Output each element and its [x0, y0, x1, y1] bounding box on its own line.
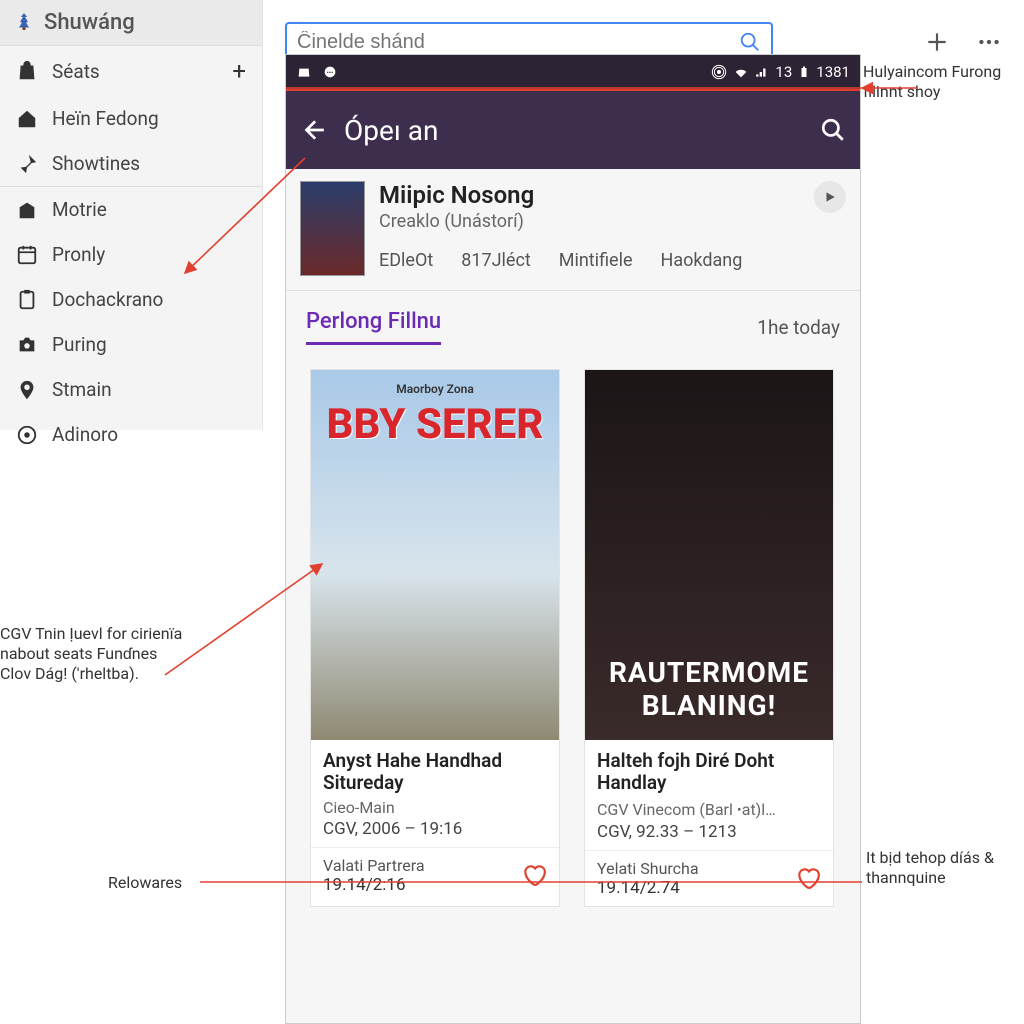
svg-text:•••: ••• [327, 69, 334, 77]
sidebar-item-label: Adinoro [52, 423, 118, 446]
dots-icon: ••• [322, 64, 338, 80]
sidebar-item-label: Dochackrano [52, 288, 163, 311]
app-bar: Ópeı an [286, 91, 860, 169]
sidebar-item-puring[interactable]: Puring [0, 322, 262, 367]
play-icon [823, 190, 837, 204]
status-bar: ••• 13 1381 [286, 55, 860, 89]
battery-icon [798, 64, 810, 80]
play-button[interactable] [814, 181, 846, 213]
featured-tab[interactable]: 817Jléct [461, 250, 531, 271]
kebab-icon[interactable] [511, 864, 521, 886]
more-button[interactable] [976, 29, 1002, 55]
target-icon [16, 424, 38, 446]
sidebar-item-seats[interactable]: Séats + [0, 46, 262, 96]
sidebar-item-stmain[interactable]: Stmain [0, 367, 262, 412]
movie-card[interactable]: RAUTERMOME BLANING! Halteh fojh Diré Doh… [584, 369, 834, 907]
section-right-label[interactable]: 1he today [757, 316, 840, 339]
search-icon[interactable] [739, 31, 761, 53]
annotation-left: CGV Tnin Ịueνl for cirienïa nabout seats… [0, 624, 190, 684]
status-time: 1381 [816, 63, 850, 81]
sidebar-item-label: Heïn Fedong [52, 107, 159, 130]
featured-tab[interactable]: Haokdang [661, 250, 743, 271]
sidebar-item-hein-fedong[interactable]: Heïn Fedong [0, 96, 262, 141]
sidebar-item-adinoro[interactable]: Adinoro [0, 412, 262, 457]
sidebar-item-label: Stmain [52, 378, 112, 401]
movie-title: Halteh fojh Diré Doht Handlay [597, 750, 821, 794]
sidebar-item-showtines[interactable]: Showtines [0, 141, 262, 186]
featured-tab[interactable]: Mintifiele [559, 250, 633, 271]
back-icon[interactable] [300, 117, 326, 143]
section-header: Perlong Fillnu 1he today [286, 291, 860, 351]
poster-subtitle: RAUTERMOME BLANING! [585, 656, 833, 722]
search-input[interactable] [297, 31, 739, 54]
building-icon [16, 199, 38, 221]
wifi-icon [733, 64, 749, 80]
camera-icon [16, 334, 38, 356]
annotation-bottom-right: It bịd tehop díás & thannquine [866, 848, 1021, 888]
movie-poster[interactable]: RAUTERMOME BLANING! [585, 370, 833, 740]
app-title-text: Shuwáng [44, 10, 135, 35]
poster-overline: Maorboy Zona [311, 382, 559, 396]
sidebar-item-pronly[interactable]: Pronly [0, 232, 262, 277]
appbar-title: Ópeı an [344, 114, 438, 147]
sidebar-item-label: Séats [52, 60, 100, 83]
featured-tab[interactable]: EDleOt [379, 250, 433, 271]
movie-rating: 19.14/2:16 [323, 875, 425, 895]
clipboard-icon [16, 289, 38, 311]
sidebar-item-label: Showtines [52, 152, 140, 175]
signal-icon [755, 64, 769, 80]
sidebar-item-dochackrano[interactable]: Dochackrano [0, 277, 262, 322]
heart-icon[interactable] [521, 862, 547, 888]
featured-tabs: EDleOt 817Jléct Mintifiele Haokdang [379, 250, 800, 271]
movie-time: CGV, 92.33 – 1213 [597, 822, 821, 842]
pin-icon [16, 153, 38, 175]
bag-icon [16, 60, 38, 82]
movie-location: Cieo-Main [323, 798, 547, 817]
status-num: 13 [775, 63, 792, 81]
sidebar-item-label: Pronly [52, 243, 105, 266]
appbar-search-icon[interactable] [820, 117, 846, 143]
annotation-top-right: Hulyaincom Furong fllinnt shoy [863, 62, 1023, 102]
app-title: Shuwáng [0, 0, 262, 46]
featured-movie: Miipic Nosong Creaklo (Unástorí) EDleOt … [286, 169, 860, 291]
section-tab-active[interactable]: Perlong Fillnu [306, 309, 441, 345]
location-icon [16, 379, 38, 401]
shop-icon [296, 64, 312, 80]
movie-poster[interactable]: Maorboy Zona BBY SERER [311, 370, 559, 740]
sidebar: Shuwáng Séats + Heïn Fedong Showtines Mo… [0, 0, 263, 430]
movie-title: Anyst Hahe Handhad Situreday [323, 750, 547, 794]
movie-grid: Maorboy Zona BBY SERER Anyst Hahe Handha… [286, 351, 860, 907]
calendar-icon [16, 244, 38, 266]
app-logo-icon [12, 11, 36, 35]
plus-icon[interactable]: + [232, 57, 246, 85]
featured-subtitle: Creaklo (Unástorí) [379, 211, 800, 232]
heart-icon[interactable] [795, 865, 821, 891]
movie-foot-label: Valati Partrera [323, 856, 425, 875]
add-button[interactable] [924, 29, 950, 55]
home-icon [16, 108, 38, 130]
movie-foot-label: Yelati Shurcha [597, 859, 699, 878]
movie-time: CGV, 2006 – 19:16 [323, 819, 547, 839]
sidebar-item-label: Motrie [52, 198, 107, 221]
sidebar-item-motrie[interactable]: Motrie [0, 186, 262, 232]
poster-title: BBY SERER [311, 405, 559, 445]
phone-screenshot: ••• 13 1381 Ópeı an Miipic Nosong Creakl… [285, 54, 861, 1024]
sidebar-item-label: Puring [52, 333, 107, 356]
kebab-icon[interactable] [785, 867, 795, 889]
hotspot-icon [711, 64, 727, 80]
featured-poster[interactable] [300, 181, 365, 276]
movie-card[interactable]: Maorboy Zona BBY SERER Anyst Hahe Handha… [310, 369, 560, 907]
featured-title: Miipic Nosong [379, 181, 800, 209]
label-relowares: Relowares [108, 873, 182, 893]
movie-location: CGV Vinecom (Barl ꞏat)l… [597, 798, 821, 820]
movie-rating: 19.14/2.74 [597, 878, 699, 898]
